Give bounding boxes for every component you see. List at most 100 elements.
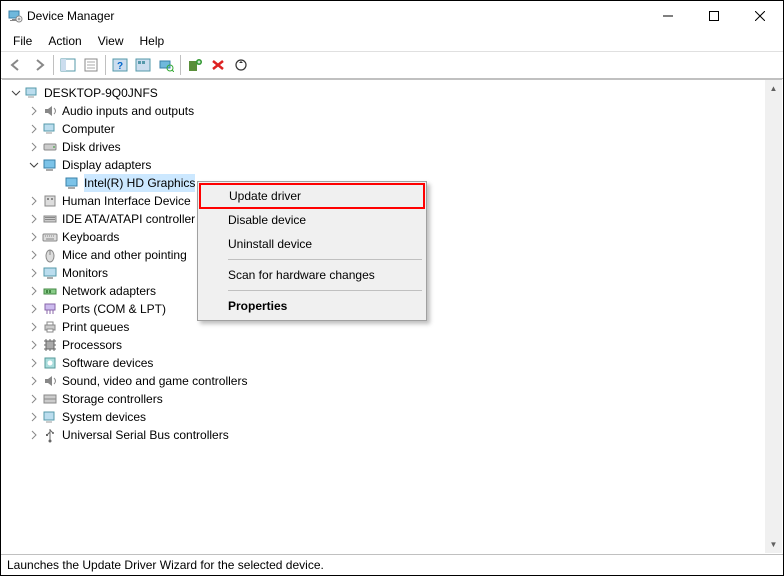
monitor-icon bbox=[42, 265, 58, 281]
chevron-right-icon[interactable] bbox=[28, 339, 40, 351]
tree-label: Keyboards bbox=[62, 228, 119, 246]
scroll-track[interactable] bbox=[765, 97, 782, 536]
scroll-down-button[interactable]: ▼ bbox=[765, 536, 782, 553]
status-text: Launches the Update Driver Wizard for th… bbox=[7, 558, 324, 572]
statusbar: Launches the Update Driver Wizard for th… bbox=[1, 554, 783, 575]
vertical-scrollbar[interactable]: ▲ ▼ bbox=[765, 80, 782, 553]
show-tree-button[interactable] bbox=[57, 54, 79, 76]
menu-file[interactable]: File bbox=[5, 32, 40, 50]
chevron-right-icon[interactable] bbox=[28, 411, 40, 423]
chevron-right-icon[interactable] bbox=[28, 195, 40, 207]
uninstall-button[interactable] bbox=[207, 54, 229, 76]
tree-category[interactable]: Software devices bbox=[8, 354, 782, 372]
tree-category[interactable]: Storage controllers bbox=[8, 390, 782, 408]
processor-icon bbox=[42, 337, 58, 353]
tree-label: Sound, video and game controllers bbox=[62, 372, 247, 390]
chevron-down-icon[interactable] bbox=[28, 159, 40, 171]
tree-category[interactable]: Processors bbox=[8, 336, 782, 354]
chevron-right-icon[interactable] bbox=[28, 285, 40, 297]
properties-button[interactable] bbox=[80, 54, 102, 76]
scroll-up-button[interactable]: ▲ bbox=[765, 80, 782, 97]
chevron-right-icon[interactable] bbox=[28, 357, 40, 369]
storage-icon bbox=[42, 391, 58, 407]
chevron-right-icon[interactable] bbox=[28, 105, 40, 117]
chevron-right-icon[interactable] bbox=[28, 303, 40, 315]
tree-category[interactable]: Audio inputs and outputs bbox=[8, 102, 782, 120]
action-center-button[interactable] bbox=[132, 54, 154, 76]
tree-category[interactable]: Sound, video and game controllers bbox=[8, 372, 782, 390]
sound-icon bbox=[42, 373, 58, 389]
chevron-right-icon[interactable] bbox=[28, 429, 40, 441]
tree-category[interactable]: System devices bbox=[8, 408, 782, 426]
maximize-button[interactable] bbox=[691, 1, 737, 31]
window-controls bbox=[645, 1, 783, 31]
ctx-label: Properties bbox=[228, 299, 287, 313]
software-icon bbox=[42, 355, 58, 371]
menu-action[interactable]: Action bbox=[40, 32, 89, 50]
toolbar-separator bbox=[180, 55, 181, 75]
disk-icon bbox=[42, 139, 58, 155]
close-button[interactable] bbox=[737, 1, 783, 31]
svg-text:?: ? bbox=[117, 61, 123, 72]
back-button[interactable] bbox=[5, 54, 27, 76]
tree-category[interactable]: Disk drives bbox=[8, 138, 782, 156]
chevron-right-icon[interactable] bbox=[28, 375, 40, 387]
tree-label: System devices bbox=[62, 408, 146, 426]
ctx-properties[interactable]: Properties bbox=[200, 294, 424, 318]
computer-icon bbox=[42, 121, 58, 137]
chevron-right-icon[interactable] bbox=[28, 141, 40, 153]
chevron-right-icon[interactable] bbox=[28, 231, 40, 243]
ctx-label: Scan for hardware changes bbox=[228, 268, 375, 282]
chevron-down-icon[interactable] bbox=[10, 87, 22, 99]
tree-category[interactable]: Computer bbox=[8, 120, 782, 138]
chevron-right-icon[interactable] bbox=[28, 213, 40, 225]
ctx-disable-device[interactable]: Disable device bbox=[200, 208, 424, 232]
minimize-button[interactable] bbox=[645, 1, 691, 31]
ctx-label: Update driver bbox=[229, 189, 301, 203]
chevron-right-icon[interactable] bbox=[28, 249, 40, 261]
ide-icon bbox=[42, 211, 58, 227]
tree-label: Storage controllers bbox=[62, 390, 163, 408]
tree-label: Display adapters bbox=[62, 156, 151, 174]
tree-category[interactable]: Universal Serial Bus controllers bbox=[8, 426, 782, 444]
keyboard-icon bbox=[42, 229, 58, 245]
menu-help[interactable]: Help bbox=[132, 32, 173, 50]
tree-label: Monitors bbox=[62, 264, 108, 282]
chevron-right-icon[interactable] bbox=[28, 123, 40, 135]
forward-button[interactable] bbox=[28, 54, 50, 76]
tree-label: Universal Serial Bus controllers bbox=[62, 426, 229, 444]
window-title: Device Manager bbox=[27, 9, 114, 23]
tree-label: Computer bbox=[62, 120, 115, 138]
printer-icon bbox=[42, 319, 58, 335]
ctx-update-driver[interactable]: Update driver bbox=[199, 183, 425, 209]
update-driver-button[interactable] bbox=[230, 54, 252, 76]
tree-label: Mice and other pointing bbox=[62, 246, 187, 264]
titlebar: Device Manager bbox=[1, 1, 783, 31]
chevron-right-icon[interactable] bbox=[28, 267, 40, 279]
tree-category-display-adapters[interactable]: Display adapters bbox=[8, 156, 782, 174]
tree-label: Software devices bbox=[62, 354, 153, 372]
usb-icon bbox=[42, 427, 58, 443]
tree-label: Ports (COM & LPT) bbox=[62, 300, 166, 318]
audio-icon bbox=[42, 103, 58, 119]
help-button[interactable]: ? bbox=[109, 54, 131, 76]
tree-label: IDE ATA/ATAPI controller bbox=[62, 210, 195, 228]
mouse-icon bbox=[42, 247, 58, 263]
menu-view[interactable]: View bbox=[90, 32, 132, 50]
tree-root[interactable]: DESKTOP-9Q0JNFS bbox=[8, 84, 782, 102]
tree-label: Disk drives bbox=[62, 138, 121, 156]
chevron-right-icon[interactable] bbox=[28, 393, 40, 405]
scan-hardware-button[interactable] bbox=[155, 54, 177, 76]
tree-label: Audio inputs and outputs bbox=[62, 102, 194, 120]
tree-root-label: DESKTOP-9Q0JNFS bbox=[44, 84, 158, 102]
tree-label: Network adapters bbox=[62, 282, 156, 300]
chevron-right-icon[interactable] bbox=[28, 321, 40, 333]
context-menu: Update driver Disable device Uninstall d… bbox=[197, 181, 427, 321]
network-icon bbox=[42, 283, 58, 299]
toolbar: ? bbox=[1, 51, 783, 79]
ctx-uninstall-device[interactable]: Uninstall device bbox=[200, 232, 424, 256]
add-legacy-button[interactable] bbox=[184, 54, 206, 76]
ctx-scan-hardware[interactable]: Scan for hardware changes bbox=[200, 263, 424, 287]
port-icon bbox=[42, 301, 58, 317]
tree-label: Processors bbox=[62, 336, 122, 354]
